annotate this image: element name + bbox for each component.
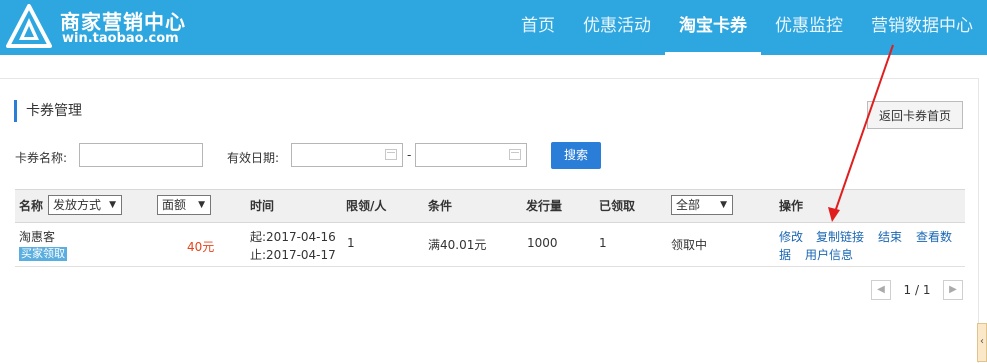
col-action: 操作 bbox=[779, 199, 804, 213]
amount-value: 面额 bbox=[162, 198, 187, 212]
table-header: 名称 发放方式 ▼ 面额 ▼ 时间 限领/人 条件 发行量 已领取 全部 ▼ 操… bbox=[15, 189, 965, 223]
end-date-input[interactable] bbox=[415, 143, 527, 167]
edit-link[interactable]: 修改 bbox=[779, 228, 803, 245]
calendar-icon[interactable] bbox=[509, 149, 521, 160]
nav-monitoring[interactable]: 优惠监控 bbox=[761, 0, 857, 55]
coupon-amount: 40元 bbox=[187, 240, 215, 254]
brand-logo[interactable]: 商家营销中心 win.taobao.com bbox=[0, 0, 240, 55]
dropdown-arrow-icon: ▼ bbox=[109, 200, 116, 210]
status-value: 全部 bbox=[676, 198, 701, 212]
col-name: 名称 bbox=[19, 199, 44, 213]
limit-per-person: 1 bbox=[347, 236, 355, 250]
top-nav: 首页 优惠活动 淘宝卡券 优惠监控 营销数据中心 bbox=[507, 0, 987, 55]
status-select[interactable]: 全部 ▼ bbox=[671, 195, 733, 215]
coupon-status: 领取中 bbox=[671, 238, 708, 252]
start-time: 起:2017-04-16 bbox=[250, 230, 336, 244]
triangle-logo-icon bbox=[6, 4, 52, 48]
issue-method-value: 发放方式 bbox=[53, 198, 102, 212]
chevron-left-icon[interactable]: ◀ bbox=[871, 280, 891, 300]
pagination: ◀ 1 / 1 ▶ bbox=[871, 279, 963, 301]
claimed-count: 1 bbox=[599, 236, 607, 250]
nav-marketing-data[interactable]: 营销数据中心 bbox=[857, 0, 987, 55]
col-condition: 条件 bbox=[428, 199, 453, 213]
dropdown-arrow-icon: ▼ bbox=[198, 200, 205, 210]
dropdown-arrow-icon: ▼ bbox=[720, 200, 727, 210]
calendar-icon[interactable] bbox=[385, 149, 397, 160]
user-info-link[interactable]: 用户信息 bbox=[805, 246, 853, 263]
nav-promotions[interactable]: 优惠活动 bbox=[569, 0, 665, 55]
chevron-right-icon[interactable]: ▶ bbox=[943, 280, 963, 300]
use-condition: 满40.01元 bbox=[428, 238, 487, 252]
col-claimed: 已领取 bbox=[599, 199, 636, 213]
page-indicator: 1 / 1 bbox=[903, 283, 931, 297]
col-time: 时间 bbox=[250, 199, 275, 213]
brand-url: win.taobao.com bbox=[62, 31, 179, 46]
nav-taobao-coupons[interactable]: 淘宝卡券 bbox=[665, 0, 761, 55]
side-feedback-tab[interactable]: ‹ bbox=[977, 323, 987, 362]
finish-link[interactable]: 结束 bbox=[878, 228, 902, 245]
section-title: 卡券管理 bbox=[14, 100, 82, 122]
claim-type-badge: 买家领取 bbox=[19, 246, 67, 261]
view-data-link-cont[interactable]: 据 bbox=[779, 246, 791, 263]
coupon-name-label: 卡券名称: bbox=[15, 151, 68, 165]
coupon-name: 淘惠客 bbox=[19, 230, 56, 244]
issue-method-select[interactable]: 发放方式 ▼ bbox=[48, 195, 122, 215]
amount-select[interactable]: 面额 ▼ bbox=[157, 195, 211, 215]
date-separator: - bbox=[407, 148, 412, 162]
back-to-coupons-button[interactable]: 返回卡券首页 bbox=[867, 101, 963, 129]
start-date-input[interactable] bbox=[291, 143, 403, 167]
search-button[interactable]: 搜索 bbox=[551, 142, 601, 169]
table-row: 淘惠客 买家领取 40元 起:2017-04-16 止:2017-04-17 1… bbox=[15, 222, 965, 267]
copy-link-link[interactable]: 复制链接 bbox=[816, 228, 864, 245]
issued-quantity: 1000 bbox=[527, 236, 558, 250]
col-issued: 发行量 bbox=[526, 199, 563, 213]
nav-home[interactable]: 首页 bbox=[507, 0, 569, 55]
view-data-link[interactable]: 查看数 bbox=[916, 228, 952, 245]
col-limit: 限领/人 bbox=[346, 199, 387, 213]
top-header: 商家营销中心 win.taobao.com 首页 优惠活动 淘宝卡券 优惠监控 … bbox=[0, 0, 987, 55]
end-time: 止:2017-04-17 bbox=[250, 248, 336, 262]
valid-date-label: 有效日期: bbox=[227, 151, 280, 165]
claim-type-label: 买家领取 bbox=[19, 247, 67, 261]
coupon-name-input[interactable] bbox=[79, 143, 203, 167]
